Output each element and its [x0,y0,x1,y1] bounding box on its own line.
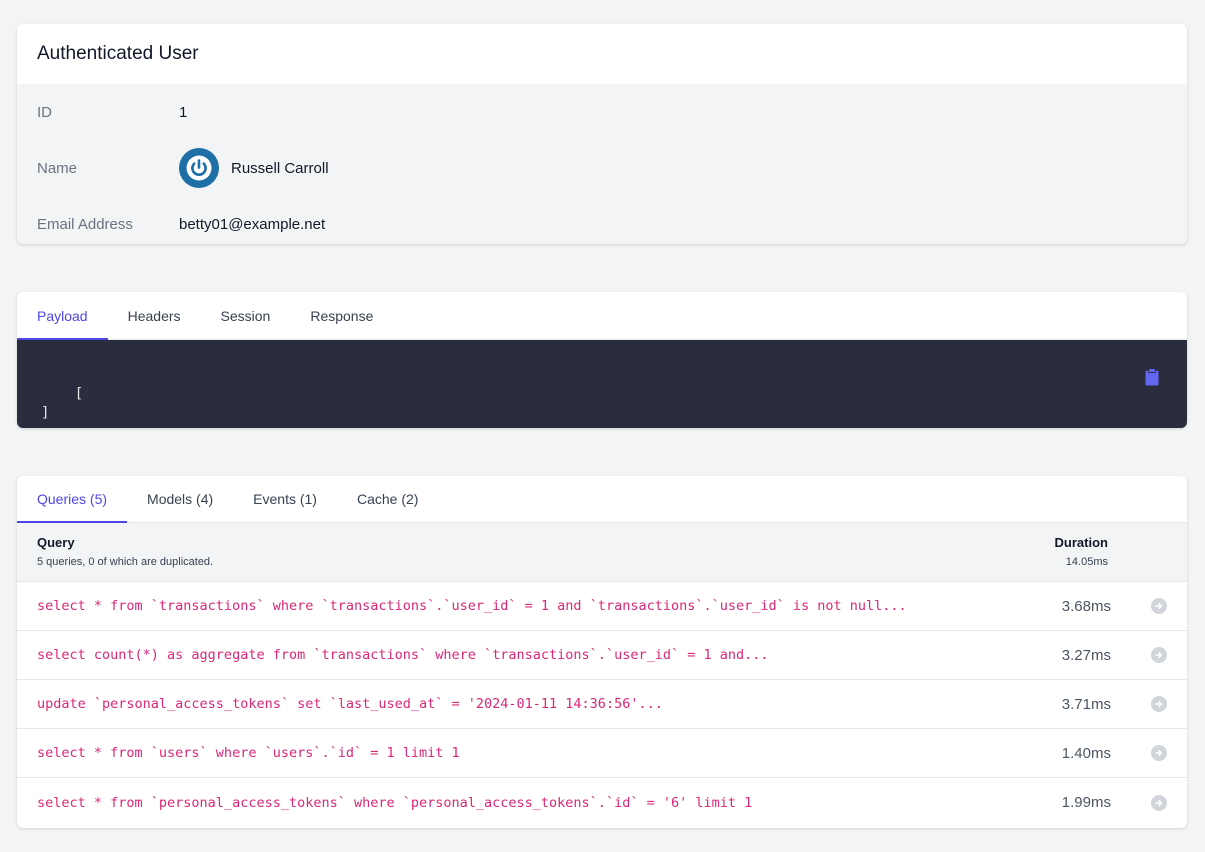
query-sql: select * from `transactions` where `tran… [37,598,907,614]
card-title: Authenticated User [37,43,199,64]
query-duration: 1.99ms [1061,794,1111,811]
id-label: ID [37,103,52,121]
arrow-right-icon[interactable] [1151,598,1167,614]
tab-cache[interactable]: Cache (2) [337,476,438,522]
arrow-right-icon[interactable] [1151,794,1167,811]
query-duration: 3.71ms [1061,695,1111,713]
user-email-row: Email Address betty01@example.net [17,196,1187,244]
queries-header: Query 5 queries, 0 of which are duplicat… [17,523,1187,582]
queries-card: Queries (5) Models (4) Events (1) Cache … [17,476,1187,828]
avatar [179,148,219,188]
arrow-right-icon[interactable] [1151,647,1167,663]
query-row[interactable]: update `personal_access_tokens` set `las… [17,680,1187,729]
query-row[interactable]: select * from `transactions` where `tran… [17,582,1187,631]
query-sql: update `personal_access_tokens` set `las… [37,696,663,712]
query-summary: 5 queries, 0 of which are duplicated. [37,556,214,568]
name-value: Russell Carroll [231,159,329,177]
debug-tabs: Queries (5) Models (4) Events (1) Cache … [17,476,1187,523]
query-sql: select count(*) as aggregate from `trans… [37,647,769,663]
power-icon [186,155,212,181]
user-id-row: ID 1 [17,84,1187,140]
duration-column-header: Duration 14.05ms [1055,535,1108,581]
tab-events[interactable]: Events (1) [233,476,337,522]
user-details: ID 1 Name Russell Carroll Email Address … [17,84,1187,244]
query-sql: select * from `personal_access_tokens` w… [37,794,753,811]
tab-response[interactable]: Response [290,292,393,339]
request-tabs: Payload Headers Session Response [17,292,1187,340]
payload-code: [ ] [17,340,1187,428]
user-name-row: Name Russell Carroll [17,140,1187,196]
query-row[interactable]: select * from `users` where `users`.`id`… [17,729,1187,778]
authenticated-user-card: Authenticated User ID 1 Name Russell Car… [17,24,1187,244]
arrow-right-icon[interactable] [1151,745,1167,761]
arrow-right-icon[interactable] [1151,696,1167,712]
name-label: Name [37,159,78,177]
tab-payload[interactable]: Payload [17,292,108,340]
query-duration: 3.68ms [1061,597,1111,615]
query-row[interactable]: select count(*) as aggregate from `trans… [17,631,1187,680]
request-card: Payload Headers Session Response [ ] [17,292,1187,428]
query-sql: select * from `users` where `users`.`id`… [37,745,460,761]
duration-label: Duration [1054,535,1108,550]
query-label: Query [37,535,75,550]
query-duration: 3.27ms [1061,646,1111,664]
email-value: betty01@example.net [179,215,326,233]
tab-session[interactable]: Session [201,292,291,339]
name-value-wrap: Russell Carroll [179,148,329,188]
id-value: 1 [179,103,188,121]
clipboard-icon[interactable] [1145,368,1159,386]
tab-headers[interactable]: Headers [108,292,201,339]
query-column-header: Query 5 queries, 0 of which are duplicat… [37,535,213,581]
email-label: Email Address [37,215,133,233]
payload-text: [ ] [41,386,84,421]
duration-total: 14.05ms [1065,556,1108,568]
query-row[interactable]: select * from `personal_access_tokens` w… [17,778,1187,827]
query-duration: 1.40ms [1061,744,1111,762]
tab-queries[interactable]: Queries (5) [17,476,128,523]
tab-models[interactable]: Models (4) [127,476,233,522]
